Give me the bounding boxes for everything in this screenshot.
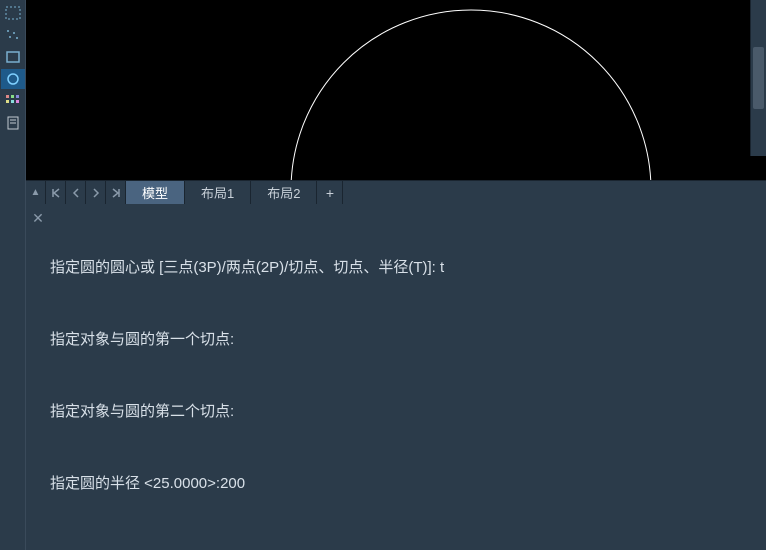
tool-scatter-dots-icon[interactable] xyxy=(1,25,25,45)
drawing-canvas[interactable] xyxy=(26,0,766,180)
tabs-first-icon[interactable] xyxy=(46,181,66,204)
command-line: 指定圆的圆心或 [三点(3P)/两点(2P)/切点、切点、半径(T)]: t xyxy=(50,256,760,280)
command-line: 指定对象与圆的第二个切点: xyxy=(50,400,760,424)
tab-label: 布局1 xyxy=(201,183,234,202)
tab-layout2[interactable]: 布局2 xyxy=(251,181,317,204)
tool-grid-dots-icon[interactable] xyxy=(1,91,25,111)
command-panel: ✕ 指定圆的圆心或 [三点(3P)/两点(2P)/切点、切点、半径(T)]: t… xyxy=(26,204,766,550)
tool-rectangle-icon[interactable] xyxy=(1,47,25,67)
tabs-prev-icon[interactable] xyxy=(66,181,86,204)
tabs-menu-up-icon[interactable]: ▲ xyxy=(26,181,46,204)
tabs-last-icon[interactable] xyxy=(106,181,126,204)
tabs-next-icon[interactable] xyxy=(86,181,106,204)
main-area: ▲ 模型 布局1 布局2 + ✕ xyxy=(26,0,766,550)
tab-add-button[interactable]: + xyxy=(317,181,343,204)
command-history[interactable]: 指定圆的圆心或 [三点(3P)/两点(2P)/切点、切点、半径(T)]: t 指… xyxy=(50,208,760,544)
tab-layout1[interactable]: 布局1 xyxy=(185,181,251,204)
command-line: 指定圆的半径 <25.0000>:200 xyxy=(50,472,760,496)
tool-circle-select-icon[interactable] xyxy=(1,69,25,89)
tab-model[interactable]: 模型 xyxy=(126,181,185,204)
tab-label: 布局2 xyxy=(267,183,300,202)
left-toolbar xyxy=(0,0,26,550)
tab-bar: ▲ 模型 布局1 布局2 + xyxy=(26,180,766,204)
tool-document-icon[interactable] xyxy=(1,113,25,133)
command-line: 指定对象与圆的第一个切点: xyxy=(50,328,760,352)
vertical-scrollbar[interactable] xyxy=(750,0,766,156)
close-icon[interactable]: ✕ xyxy=(30,210,46,226)
scrollbar-thumb[interactable] xyxy=(753,47,764,109)
app-root: ▲ 模型 布局1 布局2 + ✕ xyxy=(0,0,766,550)
tab-label: 模型 xyxy=(142,183,168,202)
tool-dotted-box-icon[interactable] xyxy=(1,3,25,23)
shape-big-circle[interactable] xyxy=(291,10,651,180)
drawing-svg xyxy=(26,0,766,180)
